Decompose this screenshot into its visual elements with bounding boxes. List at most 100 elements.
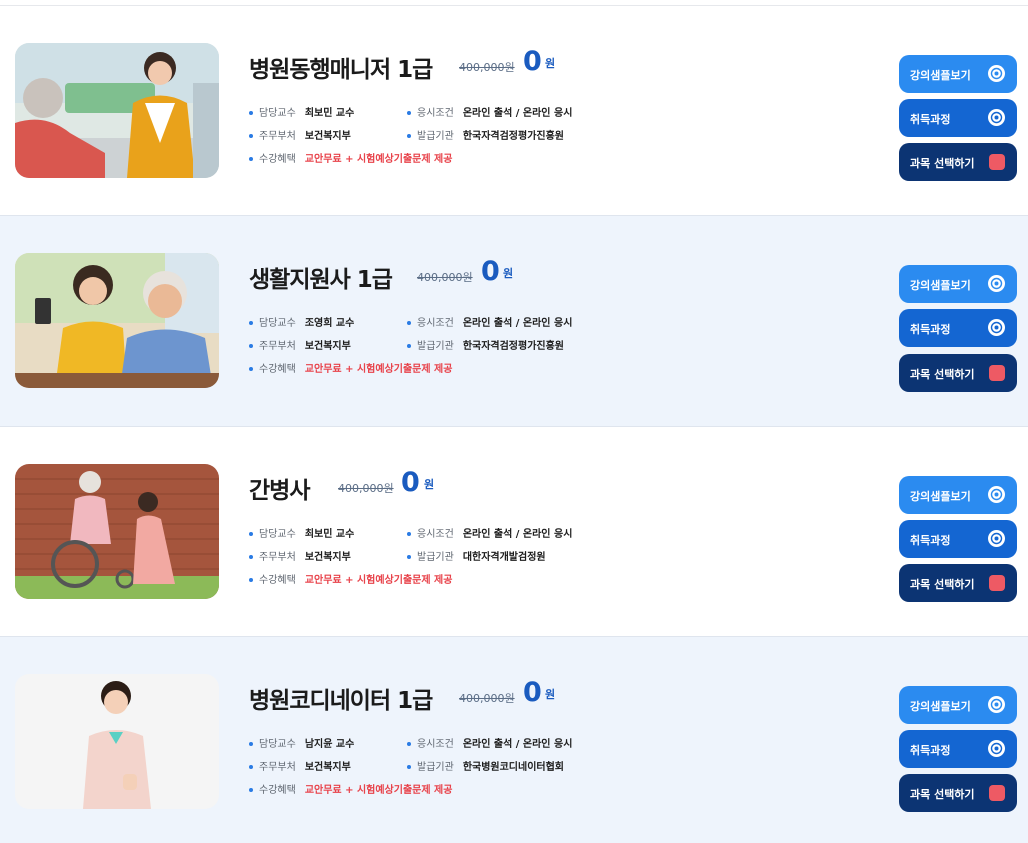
exam-value: 온라인 출석 / 온라인 응시 [462, 529, 573, 540]
benefit-item: 수강혜택 교안무료 + 시험예상기출문제 제공 [249, 781, 452, 796]
course-process-label: 취득과정 [910, 113, 951, 126]
eye-icon [988, 109, 1005, 126]
course-process-button[interactable]: 취득과정 [899, 99, 1017, 137]
course-process-label: 취득과정 [910, 323, 951, 336]
sale-price: 0 [401, 467, 420, 498]
benefit-value: 교안무료 + 시험예상기출문제 제공 [304, 785, 453, 796]
benefit-label: 수강혜택 [259, 575, 296, 586]
course-process-label: 취득과정 [910, 744, 951, 757]
price-unit: 원 [424, 478, 435, 491]
benefit-value: 교안무료 + 시험예상기출문제 제공 [304, 154, 453, 165]
professor-value: 남지윤 교수 [304, 739, 355, 750]
course-thumbnail[interactable] [15, 43, 219, 178]
course-list: 병원동행매니저 1급 400,000원 0 원 담당교수 최보민 교수 응시조건 온… [0, 0, 1028, 843]
exam-label: 응시조건 [417, 739, 454, 750]
exam-value: 온라인 출석 / 온라인 응시 [462, 108, 573, 119]
issuer-label: 발급기관 [417, 762, 454, 773]
square-icon [989, 365, 1005, 381]
original-price: 400,000원 [459, 61, 515, 74]
benefit-label: 수강혜택 [259, 154, 296, 165]
course-process-button[interactable]: 취득과정 [899, 520, 1017, 558]
course-thumbnail[interactable] [15, 253, 219, 388]
ministry-item: 주무부처 보건복지부 [249, 548, 351, 563]
sale-price: 0 [523, 46, 542, 77]
select-course-button[interactable]: 과목 선택하기 [899, 774, 1017, 812]
benefit-item: 수강혜택 교안무료 + 시험예상기출문제 제공 [249, 360, 452, 375]
professor-label: 담당교수 [259, 739, 296, 750]
benefit-value: 교안무료 + 시험예상기출문제 제공 [304, 364, 453, 375]
benefit-label: 수강혜택 [259, 364, 296, 375]
issuer-value: 한국자격검정평가진흥원 [462, 341, 565, 352]
original-price: 400,000원 [417, 271, 473, 284]
course-meta: 담당교수 최보민 교수 응시조건 온라인 출석 / 온라인 응시 주무부처 보건복지부… [249, 525, 649, 595]
professor-item: 담당교수 최보민 교수 [249, 104, 354, 119]
issuer-value: 한국병원코디네이터협회 [462, 762, 565, 773]
ministry-value: 보건복지부 [304, 762, 351, 773]
bullet-icon [407, 555, 411, 559]
benefit-label: 수강혜택 [259, 785, 296, 796]
professor-label: 담당교수 [259, 529, 296, 540]
exam-item: 응시조건 온라인 출석 / 온라인 응시 [407, 314, 572, 329]
bullet-icon [249, 367, 253, 371]
bullet-icon [249, 765, 253, 769]
sample-lecture-button[interactable]: 강의샘플보기 [899, 686, 1017, 724]
course-thumbnail[interactable] [15, 464, 219, 599]
ministry-value: 보건복지부 [304, 341, 351, 352]
professor-label: 담당교수 [259, 108, 296, 119]
sample-lecture-label: 강의샘플보기 [910, 700, 971, 713]
sample-lecture-button[interactable]: 강의샘플보기 [899, 476, 1017, 514]
course-thumbnail[interactable] [15, 674, 219, 809]
ministry-value: 보건복지부 [304, 552, 351, 563]
eye-icon [988, 65, 1005, 82]
course-row: 생활지원사 1급 400,000원 0 원 담당교수 조영희 교수 응시조건 온라인… [0, 215, 1028, 426]
select-course-label: 과목 선택하기 [910, 578, 975, 591]
select-course-label: 과목 선택하기 [910, 788, 975, 801]
course-process-label: 취득과정 [910, 534, 951, 547]
course-title: 병원코디네이터 1급 [249, 688, 433, 714]
professor-item: 담당교수 조영희 교수 [249, 314, 354, 329]
issuer-label: 발급기관 [417, 552, 454, 563]
sale-price: 0 [523, 677, 542, 708]
issuer-item: 발급기관 대한자격개발검정원 [407, 548, 546, 563]
price-unit: 원 [545, 688, 556, 701]
sample-lecture-button[interactable]: 강의샘플보기 [899, 265, 1017, 303]
exam-label: 응시조건 [417, 108, 454, 119]
bullet-icon [407, 742, 411, 746]
select-course-button[interactable]: 과목 선택하기 [899, 354, 1017, 392]
course-row: 병원코디네이터 1급 400,000원 0 원 담당교수 남지윤 교수 응시조건 온… [0, 636, 1028, 843]
original-price: 400,000원 [338, 482, 394, 495]
issuer-value: 대한자격개발검정원 [462, 552, 546, 563]
exam-item: 응시조건 온라인 출석 / 온라인 응시 [407, 104, 572, 119]
ministry-label: 주무부처 [259, 341, 296, 352]
select-course-button[interactable]: 과목 선택하기 [899, 143, 1017, 181]
sample-lecture-label: 강의샘플보기 [910, 279, 971, 292]
exam-label: 응시조건 [417, 318, 454, 329]
course-title: 생활지원사 1급 [249, 267, 393, 293]
sample-lecture-label: 강의샘플보기 [910, 490, 971, 503]
bullet-icon [407, 344, 411, 348]
bullet-icon [249, 555, 253, 559]
bullet-icon [249, 532, 253, 536]
course-process-button[interactable]: 취득과정 [899, 309, 1017, 347]
issuer-item: 발급기관 한국병원코디네이터협회 [407, 758, 564, 773]
ministry-label: 주무부처 [259, 762, 296, 773]
professor-item: 담당교수 남지윤 교수 [249, 735, 354, 750]
issuer-item: 발급기관 한국자격검정평가진흥원 [407, 127, 564, 142]
select-course-button[interactable]: 과목 선택하기 [899, 564, 1017, 602]
exam-item: 응시조건 온라인 출석 / 온라인 응시 [407, 525, 572, 540]
professor-value: 조영희 교수 [304, 318, 355, 329]
exam-value: 온라인 출석 / 온라인 응시 [462, 318, 573, 329]
course-process-button[interactable]: 취득과정 [899, 730, 1017, 768]
bullet-icon [407, 134, 411, 138]
ministry-item: 주무부처 보건복지부 [249, 337, 351, 352]
bullet-icon [407, 111, 411, 115]
benefit-item: 수강혜택 교안무료 + 시험예상기출문제 제공 [249, 571, 452, 586]
eye-icon [988, 530, 1005, 547]
sample-lecture-button[interactable]: 강의샘플보기 [899, 55, 1017, 93]
course-row: 간병사 400,000원 0 원 담당교수 최보민 교수 응시조건 온라인 출석 /… [0, 426, 1028, 636]
bullet-icon [249, 344, 253, 348]
ministry-item: 주무부처 보건복지부 [249, 758, 351, 773]
sample-lecture-label: 강의샘플보기 [910, 69, 971, 82]
benefit-value: 교안무료 + 시험예상기출문제 제공 [304, 575, 453, 586]
bullet-icon [249, 742, 253, 746]
